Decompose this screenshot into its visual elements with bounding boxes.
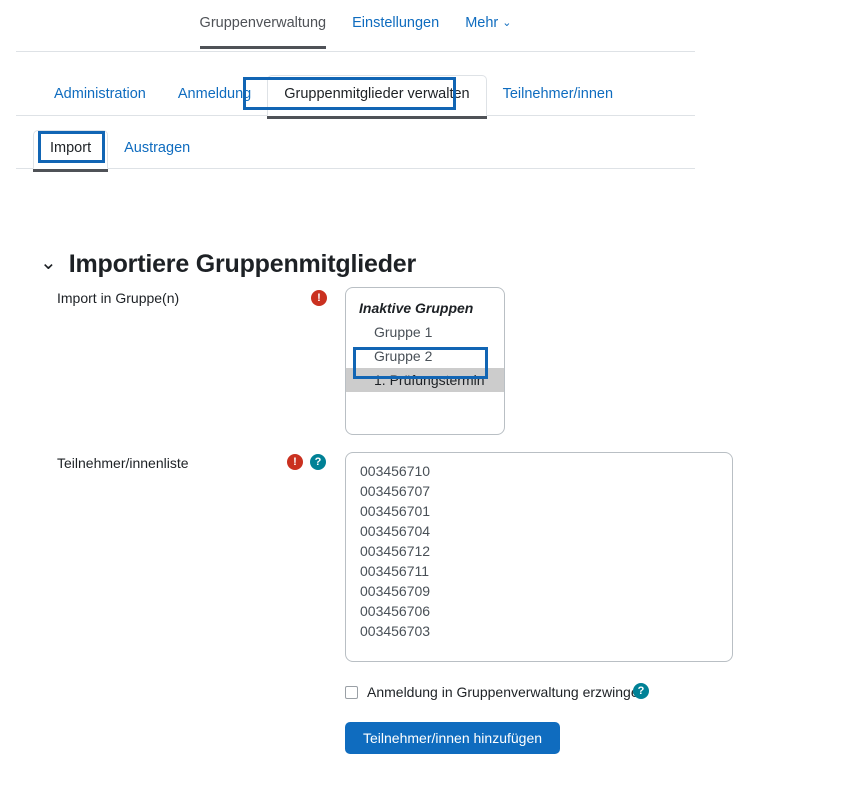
textarea-line: 003456709	[360, 583, 431, 599]
page-root: Gruppenverwaltung Einstellungen Mehr ⌄ Ad…	[0, 0, 841, 788]
tab-label: Teilnehmer/innen	[502, 86, 614, 102]
chevron-down-icon[interactable]: ⌄	[40, 253, 57, 273]
chevron-down-icon: ⌄	[502, 17, 512, 29]
section-header: ⌄ Importiere Gruppenmitglieder	[40, 249, 416, 279]
textarea-line: 003456703	[360, 623, 431, 639]
help-icon[interactable]: ?	[310, 454, 326, 470]
secondary-navigation: Administration Anmeldung Gruppenmitglied…	[16, 70, 695, 119]
nav-item-gruppenverwaltung[interactable]: Gruppenverwaltung	[199, 15, 327, 49]
textarea-line: 003456710	[360, 463, 431, 479]
label-import-in-gruppen: Import in Gruppe(n)	[57, 290, 180, 306]
required-icon: !	[287, 454, 303, 470]
tab-import[interactable]: Import	[33, 130, 109, 172]
force-enrolment-label[interactable]: Anmeldung in Gruppenverwaltung erzwingen	[367, 683, 646, 701]
primary-navigation: Gruppenverwaltung Einstellungen Mehr ⌄	[16, 0, 695, 52]
optgroup-label-inaktive-gruppen: Inaktive Gruppen	[359, 300, 474, 316]
tab-gruppenmitglieder-verwalten[interactable]: Gruppenmitglieder verwalten	[267, 75, 487, 119]
tab-label: Austragen	[124, 140, 191, 156]
textarea-line: 003456712	[360, 543, 431, 559]
secondary-navigation-list: Administration Anmeldung Gruppenmitglied…	[16, 70, 695, 119]
nav-item-einstellungen[interactable]: Einstellungen	[352, 15, 439, 48]
nav-item-label: Gruppenverwaltung	[199, 15, 327, 31]
tab-label: Import	[50, 140, 92, 156]
nav-item-label: Mehr	[465, 15, 499, 31]
textarea-line: 003456711	[360, 563, 430, 579]
nav-item-label: Einstellungen	[352, 15, 440, 31]
textarea-line: 003456701	[360, 503, 431, 519]
option-gruppe-1[interactable]: Gruppe 1	[346, 320, 504, 344]
tab-anmeldung[interactable]: Anmeldung	[162, 76, 267, 115]
option-gruppe-2[interactable]: Gruppe 2	[346, 344, 504, 368]
tertiary-navigation: Import Austragen	[16, 125, 695, 172]
option-pruefungstermin[interactable]: 1. Prüfungstermin	[346, 368, 504, 392]
tab-teilnehmer-innen[interactable]: Teilnehmer/innen	[487, 76, 629, 115]
group-select-listbox[interactable]: Inaktive Gruppen Gruppe 1 Gruppe 2 1. Pr…	[345, 287, 505, 435]
nav-item-mehr[interactable]: Mehr ⌄	[465, 15, 511, 49]
required-icon: !	[311, 290, 327, 306]
help-icon[interactable]: ?	[633, 683, 649, 699]
primary-navigation-list: Gruppenverwaltung Einstellungen Mehr ⌄	[16, 0, 695, 49]
force-enrolment-checkbox[interactable]	[345, 685, 358, 699]
tab-label: Administration	[54, 86, 146, 102]
force-enrolment-checkbox-row: Anmeldung in Gruppenverwaltung erzwingen	[345, 683, 646, 701]
add-participants-button[interactable]: Teilnehmer/innen hinzufügen	[345, 722, 561, 754]
textarea-line: 003456707	[360, 483, 431, 499]
tab-label: Anmeldung	[177, 86, 252, 102]
participant-list-textarea[interactable]: 003456710 003456707 003456701 003456704 …	[345, 452, 733, 662]
tertiary-navigation-list: Import Austragen	[16, 125, 695, 172]
page-title: Importiere Gruppenmitglieder	[68, 250, 416, 278]
textarea-line: 003456706	[360, 603, 431, 619]
label-teilnehmer-innenliste: Teilnehmer/innenliste	[57, 455, 189, 471]
tab-label: Gruppenmitglieder verwalten	[284, 86, 470, 102]
tab-austragen[interactable]: Austragen	[108, 131, 206, 168]
textarea-line: 003456704	[360, 523, 431, 539]
tab-administration[interactable]: Administration	[38, 76, 162, 115]
